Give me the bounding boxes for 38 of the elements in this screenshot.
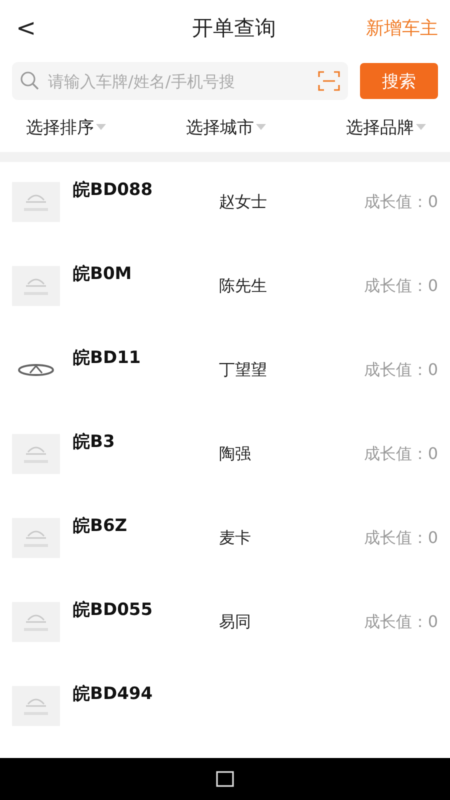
plate-number[interactable]: 皖B0M — [73, 262, 219, 285]
page-title: 开单查询 — [192, 15, 276, 42]
growth-value: 成长值：0 — [362, 360, 438, 381]
owner-name: 陶强 — [219, 444, 252, 465]
owner-name: 丁望望 — [219, 360, 268, 381]
plate-number[interactable]: 皖B6Z — [73, 514, 219, 537]
growth-value: 成长值：0 — [362, 528, 438, 549]
car-logo-icon — [12, 266, 60, 306]
owner-name: 陈先生 — [219, 276, 268, 297]
car-logo-icon — [12, 434, 60, 474]
filter-dropdown[interactable]: 选择排序 — [26, 116, 106, 138]
plate-number[interactable]: 皖B3 — [73, 430, 219, 453]
owner-name: 赵女士 — [219, 192, 268, 213]
caret-icon — [256, 124, 266, 130]
caret-icon — [416, 124, 426, 130]
plate-number[interactable]: 皖BD055 — [73, 598, 219, 621]
home-square-icon[interactable] — [216, 771, 234, 787]
car-logo-icon — [12, 602, 60, 642]
growth-value: 成长值：0 — [362, 192, 438, 213]
scan-icon[interactable] — [318, 71, 340, 91]
plate-number[interactable]: 皖BD494 — [73, 682, 219, 705]
plate-number[interactable]: 皖BD088 — [73, 178, 219, 201]
filter-dropdown[interactable]: 选择品牌 — [346, 116, 426, 138]
car-logo-icon — [12, 686, 60, 726]
owner-name: 麦卡 — [219, 528, 252, 549]
plate-number[interactable]: 皖BD11 — [73, 346, 219, 369]
car-logo-icon — [12, 518, 60, 558]
growth-value: 成长值：0 — [362, 444, 438, 465]
growth-value: 成长值：0 — [362, 276, 438, 297]
growth-value: 成长值：0 — [362, 612, 438, 633]
owner-name: 易同 — [219, 612, 252, 633]
filter-dropdown[interactable]: 选择城市 — [186, 116, 266, 138]
back-button[interactable]: < — [10, 14, 42, 42]
search-input[interactable]: 请输入车牌/姓名/手机号搜 — [48, 72, 310, 90]
search-icon — [20, 71, 40, 91]
car-logo-icon — [12, 182, 60, 222]
caret-icon — [96, 124, 106, 130]
search-field[interactable]: 请输入车牌/姓名/手机号搜 — [12, 62, 348, 100]
